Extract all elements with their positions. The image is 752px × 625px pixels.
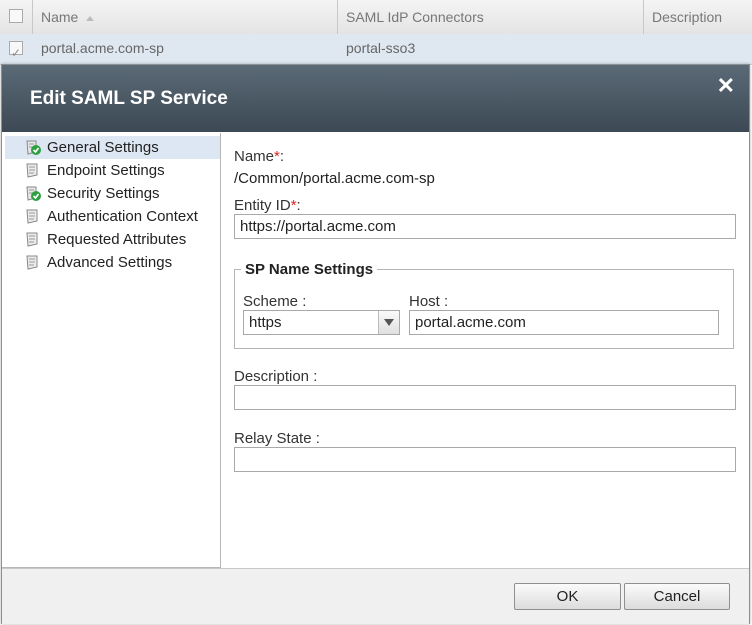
description-input[interactable] xyxy=(234,385,736,410)
table-row[interactable]: portal.acme.com-sp portal-sso3 xyxy=(0,34,752,67)
scroll-icon xyxy=(26,255,38,270)
row-select-cell[interactable] xyxy=(0,34,33,67)
scroll-check-icon xyxy=(26,140,41,155)
sort-ascending-icon xyxy=(86,15,95,21)
relay-state-input[interactable] xyxy=(234,447,736,472)
name-label-text: Name xyxy=(234,148,275,165)
nav-item-endpoint-settings[interactable]: Endpoint Settings xyxy=(2,159,220,182)
entity-id-input[interactable]: https://portal.acme.com xyxy=(234,214,736,239)
ok-button[interactable]: OK xyxy=(514,583,621,610)
column-header-connectors[interactable]: SAML IdP Connectors xyxy=(338,0,644,34)
scroll-icon xyxy=(26,163,38,178)
column-header-name-label: Name xyxy=(41,9,79,25)
scheme-label: Scheme : xyxy=(243,293,307,310)
scroll-check-icon xyxy=(26,186,41,201)
close-icon[interactable]: ✕ xyxy=(717,73,735,99)
chevron-down-icon[interactable] xyxy=(378,311,399,334)
nav-item-authentication-context[interactable]: Authentication Context xyxy=(2,205,220,228)
description-label: Description : xyxy=(234,368,318,385)
host-input[interactable]: portal.acme.com xyxy=(409,310,719,335)
row-connector-cell: portal-sso3 xyxy=(346,40,416,56)
entity-id-label-text: Entity ID xyxy=(234,197,291,214)
settings-nav: General Settings Endpoint Settings Secur… xyxy=(2,133,221,568)
dialog-title: Edit SAML SP Service xyxy=(30,88,228,109)
scroll-icon xyxy=(26,232,38,247)
select-all-checkbox[interactable] xyxy=(9,9,23,23)
nav-item-label: General Settings xyxy=(47,139,159,156)
label-colon: : xyxy=(279,148,285,165)
sp-name-settings-group: SP Name Settings xyxy=(234,261,734,349)
nav-item-general-settings[interactable]: General Settings xyxy=(5,136,220,159)
dialog-title-bar[interactable]: Edit SAML SP Service ✕ xyxy=(2,65,749,132)
name-label: Name*: xyxy=(234,148,284,165)
nav-item-requested-attributes[interactable]: Requested Attributes xyxy=(2,228,220,251)
entity-id-label: Entity ID*: xyxy=(234,197,301,214)
row-name-cell[interactable]: portal.acme.com-sp xyxy=(33,34,338,64)
nav-item-label: Endpoint Settings xyxy=(47,162,165,179)
relay-state-label: Relay State : xyxy=(234,430,320,447)
scheme-select[interactable]: https xyxy=(243,310,400,335)
sp-name-settings-legend: SP Name Settings xyxy=(245,261,374,278)
grid-header: Name SAML IdP Connectors Description xyxy=(0,0,752,35)
nav-item-advanced-settings[interactable]: Advanced Settings xyxy=(2,251,220,274)
nav-item-label: Requested Attributes xyxy=(47,231,187,248)
label-colon: : xyxy=(296,197,301,214)
column-header-name[interactable]: Name xyxy=(33,0,338,34)
general-settings-panel: Name*: /Common/portal.acme.com-sp Entity… xyxy=(221,133,749,567)
host-label: Host : xyxy=(409,293,449,310)
select-all-cell[interactable] xyxy=(0,0,33,34)
name-value: /Common/portal.acme.com-sp xyxy=(234,170,435,187)
column-header-description[interactable]: Description xyxy=(644,0,752,34)
row-description-cell xyxy=(644,34,752,64)
services-grid: Name SAML IdP Connectors Description por… xyxy=(0,0,752,67)
nav-item-security-settings[interactable]: Security Settings xyxy=(2,182,220,205)
scroll-icon xyxy=(26,209,38,224)
cancel-button[interactable]: Cancel xyxy=(624,583,730,610)
dialog-footer: OK Cancel xyxy=(2,568,749,624)
row-checkbox[interactable] xyxy=(9,39,23,67)
nav-item-label: Advanced Settings xyxy=(47,254,173,271)
nav-item-label: Security Settings xyxy=(47,185,160,202)
nav-item-label: Authentication Context xyxy=(47,208,198,225)
scheme-select-value: https xyxy=(249,314,282,331)
edit-saml-sp-dialog: Edit SAML SP Service ✕ General Settings … xyxy=(1,64,750,624)
